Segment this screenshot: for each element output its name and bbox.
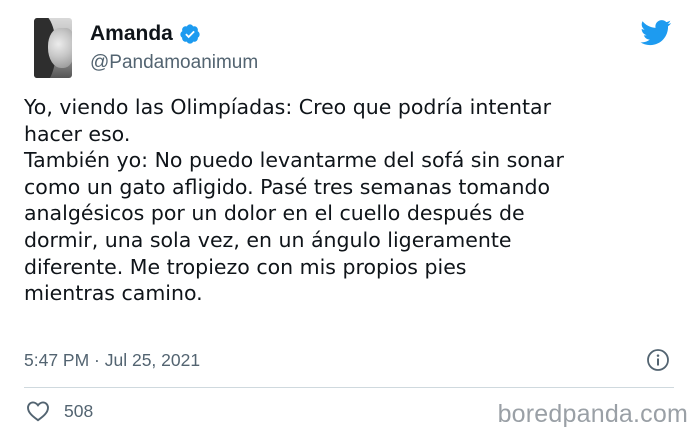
like-count: 508	[64, 400, 94, 421]
info-icon[interactable]	[646, 348, 670, 372]
heart-icon[interactable]	[26, 400, 50, 422]
tweet-text: Yo, viendo las Olimpíadas: Creo que podr…	[24, 95, 564, 306]
tweet-header: Amanda @Pandamoanimum	[34, 18, 674, 80]
tweet-card: Amanda @Pandamoanimum Yo, viendo las Oli…	[0, 0, 700, 442]
like-row: 508	[26, 400, 93, 422]
display-name[interactable]: Amanda	[90, 22, 173, 46]
source-watermark: boredpanda.com	[497, 400, 688, 428]
avatar[interactable]	[34, 18, 72, 78]
avatar-face	[48, 28, 72, 68]
user-info: Amanda @Pandamoanimum	[90, 20, 258, 74]
tweet-timestamp[interactable]: 5:47 PM · Jul 25, 2021	[24, 350, 200, 371]
twitter-bird-icon[interactable]	[640, 20, 672, 46]
divider	[24, 387, 674, 388]
name-row: Amanda	[90, 20, 258, 48]
user-handle[interactable]: @Pandamoanimum	[90, 52, 258, 74]
verified-badge-icon	[180, 24, 200, 44]
tweet-meta-row: 5:47 PM · Jul 25, 2021	[24, 348, 674, 374]
